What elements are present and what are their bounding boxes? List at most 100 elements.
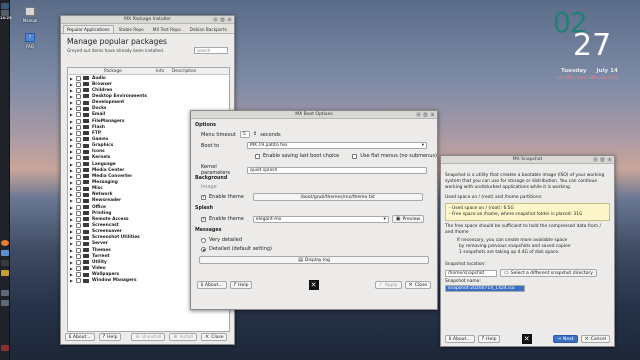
expand-arrow-icon[interactable]: ▶ [68,88,76,93]
expand-arrow-icon[interactable]: ▶ [68,198,76,203]
expand-arrow-icon[interactable]: ▶ [68,137,76,142]
category-checkbox[interactable] [76,186,81,192]
expand-arrow-icon[interactable]: ▶ [68,272,76,277]
tab-popular-applications[interactable]: Popular Applications [63,25,114,33]
category-checkbox[interactable] [76,222,81,228]
install-button[interactable]: ⊕ Install [169,333,198,341]
very-detailed-radio[interactable] [201,237,206,243]
tab-debian-backports[interactable]: Debian Backports [186,25,231,33]
expand-arrow-icon[interactable]: ▶ [68,248,76,253]
category-checkbox[interactable] [76,93,81,99]
category-checkbox[interactable] [76,278,81,284]
terminal-icon[interactable] [1,260,9,266]
category-checkbox[interactable] [76,173,81,179]
maximize-button[interactable]: □ [423,112,428,117]
minimize-button[interactable]: – [416,112,421,117]
category-checkbox[interactable] [76,136,81,142]
menu-timeout-input[interactable]: 5 [240,131,250,138]
category-checkbox[interactable] [76,235,81,241]
power-icon[interactable] [1,345,9,351]
flat-menus-checkbox[interactable] [352,153,358,159]
expand-arrow-icon[interactable]: ▶ [68,100,76,105]
category-checkbox[interactable] [76,130,81,136]
close-window-button[interactable]: × [227,17,232,22]
close-window-button[interactable]: × [430,112,435,117]
apply-button[interactable]: ✓ Apply [374,281,402,289]
about-button[interactable]: ℹ About... [445,335,475,343]
expand-arrow-icon[interactable]: ▶ [68,241,76,246]
detailed-radio[interactable] [201,246,206,252]
category-checkbox[interactable] [76,81,81,87]
next-button[interactable]: → Next [552,335,578,343]
minimize-button[interactable]: – [213,17,218,22]
category-checkbox[interactable] [76,204,81,210]
column-description[interactable]: Description [172,69,229,74]
select-directory-button[interactable]: ▭ Select a different snapshot directory [500,269,597,277]
category-checkbox[interactable] [76,247,81,253]
column-package[interactable]: Package [102,69,156,74]
category-checkbox[interactable] [76,161,81,167]
expand-arrow-icon[interactable]: ▶ [68,125,76,130]
category-checkbox[interactable] [76,241,81,247]
expand-arrow-icon[interactable]: ▶ [68,119,76,124]
boot-options-titlebar[interactable]: MX Boot Options – □ × [191,111,437,119]
expand-arrow-icon[interactable]: ▶ [68,229,76,234]
menu-icon[interactable] [1,3,9,9]
display-log-button[interactable]: ▤ Display log [199,256,429,264]
expand-arrow-icon[interactable]: ▶ [68,76,76,81]
cancel-button[interactable]: × Cancel [580,335,610,343]
splash-theme-select[interactable]: elegant-mx ▾ [252,215,389,223]
category-checkbox[interactable] [76,259,81,265]
category-checkbox[interactable] [76,253,81,259]
desktop-icon-manual[interactable]: Manual [17,7,43,23]
expand-arrow-icon[interactable]: ▶ [68,131,76,136]
expand-arrow-icon[interactable]: ▶ [68,205,76,210]
category-checkbox[interactable] [76,75,81,81]
help-button[interactable]: ? Help [98,333,122,341]
category-checkbox[interactable] [76,216,81,222]
enable-bg-theme-checkbox[interactable] [201,194,206,200]
package-installer-titlebar[interactable]: MX Package Installer – □ × [61,16,234,24]
maximize-button[interactable]: □ [220,17,225,22]
location-input[interactable]: /home/snapshot [445,269,497,277]
expand-arrow-icon[interactable]: ▶ [68,162,76,167]
category-checkbox[interactable] [76,112,81,118]
desktop-icon-faq[interactable]: ? FAQ [17,33,43,49]
enable-saving-checkbox[interactable] [255,153,260,159]
category-checkbox[interactable] [76,192,81,198]
expand-arrow-icon[interactable]: ▶ [68,266,76,271]
expand-arrow-icon[interactable]: ▶ [68,211,76,216]
help-button[interactable]: ? Help [477,335,501,343]
category-checkbox[interactable] [76,149,81,155]
category-checkbox[interactable] [76,167,81,173]
category-checkbox[interactable] [76,272,81,278]
tab-stable-repo[interactable]: Stable Repo [115,25,148,33]
category-checkbox[interactable] [76,210,81,216]
expand-arrow-icon[interactable]: ▶ [68,260,76,265]
expand-arrow-icon[interactable]: ▶ [68,278,76,283]
preview-button[interactable]: ▣ Preview [391,215,425,223]
close-window-button[interactable]: × [607,157,612,162]
expand-arrow-icon[interactable]: ▶ [68,82,76,87]
category-checkbox[interactable] [76,179,81,185]
expand-arrow-icon[interactable]: ▶ [68,223,76,228]
help-button[interactable]: ? Help [229,281,253,289]
expand-arrow-icon[interactable]: ▶ [68,143,76,148]
expand-arrow-icon[interactable]: ▶ [68,235,76,240]
expand-arrow-icon[interactable]: ▶ [68,168,76,173]
maximize-button[interactable]: □ [600,157,605,162]
boot-to-select[interactable]: MX 19 patito feo ▾ [247,142,427,149]
expand-arrow-icon[interactable]: ▶ [68,217,76,222]
package-icon[interactable] [1,270,9,276]
category-checkbox[interactable] [76,106,81,112]
category-checkbox[interactable] [76,155,81,161]
category-checkbox[interactable] [76,100,81,106]
column-info[interactable]: Info [156,69,172,74]
expand-arrow-icon[interactable]: ▶ [68,186,76,191]
category-checkbox[interactable] [76,229,81,235]
expand-arrow-icon[interactable]: ▶ [68,94,76,99]
expand-arrow-icon[interactable]: ▶ [68,254,76,259]
category-checkbox[interactable] [76,143,81,149]
firefox-icon[interactable] [1,240,9,246]
category-checkbox[interactable] [76,265,81,271]
